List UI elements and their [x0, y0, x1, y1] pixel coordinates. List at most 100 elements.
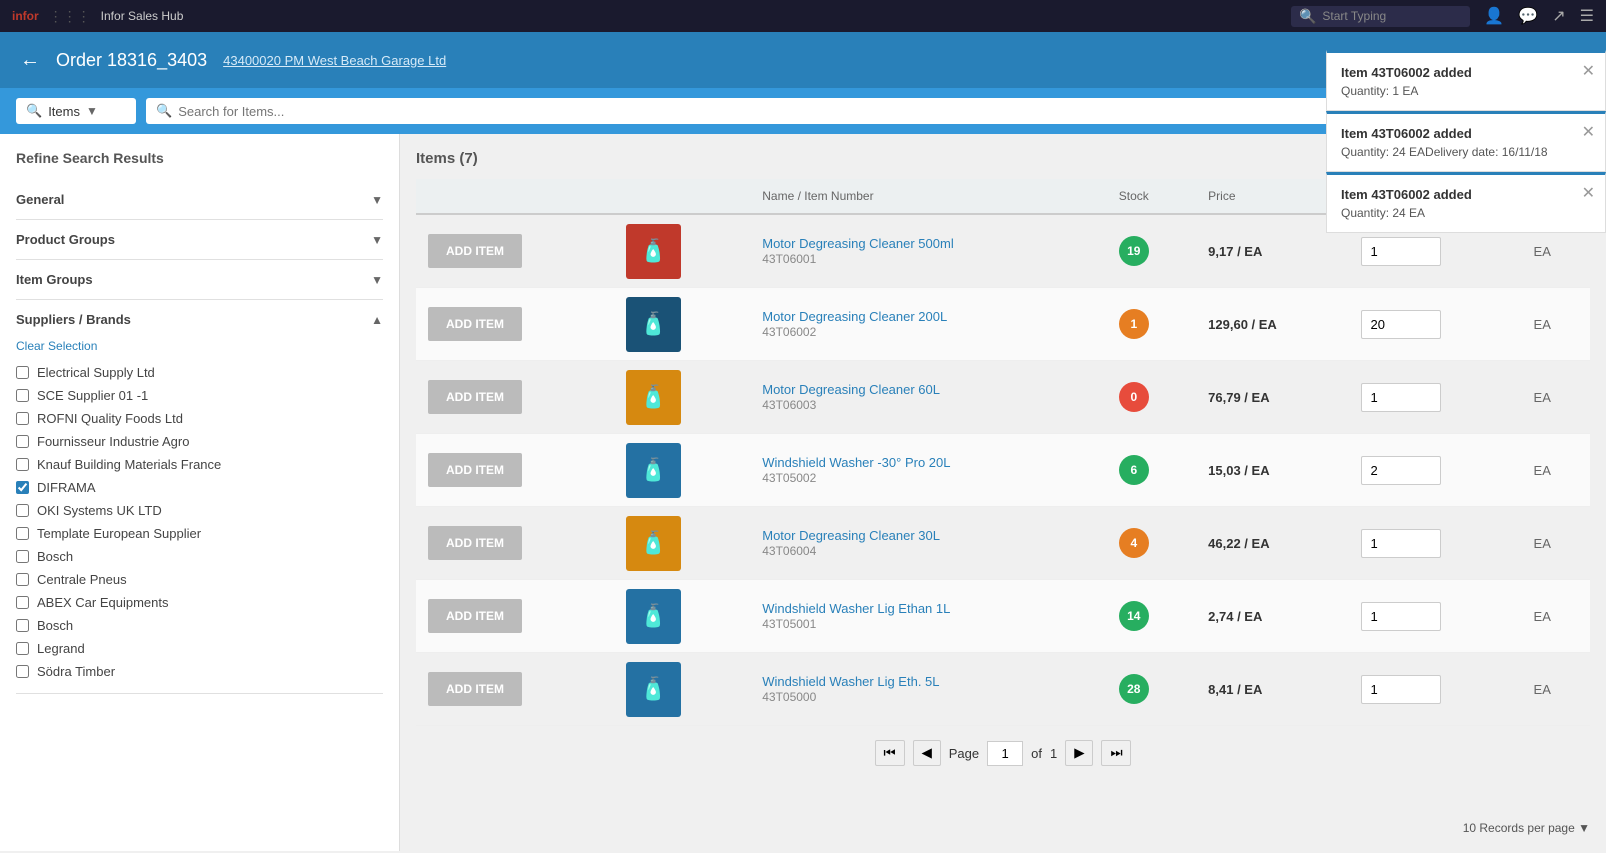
unit-cell: EA — [1522, 580, 1590, 653]
checkbox-legrand[interactable] — [16, 642, 29, 655]
add-item-button[interactable]: ADD ITEM — [428, 380, 522, 414]
toast-close-button[interactable]: ✕ — [1582, 183, 1595, 203]
toast-close-button[interactable]: ✕ — [1582, 122, 1595, 142]
records-per-page[interactable]: 10 Records per page ▼ — [1463, 821, 1590, 835]
chevron-up-icon: ▲ — [371, 313, 383, 327]
unit-cell: EA — [1522, 653, 1590, 726]
last-page-button[interactable]: ⏭ — [1101, 740, 1131, 766]
filter-label-product-groups: Product Groups — [16, 232, 115, 247]
filter-item: Bosch — [16, 614, 383, 637]
add-item-button[interactable]: ADD ITEM — [428, 307, 522, 341]
product-name-link[interactable]: Windshield Washer Lig Ethan 1L — [762, 601, 950, 616]
add-item-button[interactable]: ADD ITEM — [428, 234, 522, 268]
product-image: 🧴 — [623, 659, 683, 719]
qty-cell — [1349, 361, 1521, 434]
table-row: ADD ITEM 🧴 Windshield Washer Lig Ethan 1… — [416, 580, 1590, 653]
add-item-button[interactable]: ADD ITEM — [428, 453, 522, 487]
checkbox-centrale-pneus[interactable] — [16, 573, 29, 586]
chevron-down-icon: ▼ — [371, 273, 383, 287]
global-search[interactable]: 🔍 — [1291, 6, 1470, 27]
stock-cell: 14 — [1107, 580, 1196, 653]
unit-label: EA — [1534, 536, 1551, 551]
qty-cell — [1349, 653, 1521, 726]
top-nav: infor ⋮⋮⋮ Infor Sales Hub 🔍 👤 💬 ↗ ☰ — [0, 0, 1606, 32]
product-info-cell: Windshield Washer Lig Ethan 1L 43T05001 — [750, 580, 1107, 653]
product-name-link[interactable]: Motor Degreasing Cleaner 500ml — [762, 236, 953, 251]
quantity-input[interactable] — [1361, 675, 1441, 704]
add-item-cell: ADD ITEM — [416, 361, 611, 434]
quantity-input[interactable] — [1361, 237, 1441, 266]
checkbox-sodra[interactable] — [16, 665, 29, 678]
user-icon[interactable]: 👤 — [1484, 6, 1504, 26]
quantity-input[interactable] — [1361, 602, 1441, 631]
product-name-link[interactable]: Motor Degreasing Cleaner 200L — [762, 309, 947, 324]
product-info-cell: Motor Degreasing Cleaner 30L 43T06004 — [750, 507, 1107, 580]
product-name-link[interactable]: Windshield Washer Lig Eth. 5L — [762, 674, 939, 689]
checkbox-bosch-1[interactable] — [16, 550, 29, 563]
product-name-link[interactable]: Windshield Washer -30° Pro 20L — [762, 455, 950, 470]
checkbox-fournisseur[interactable] — [16, 435, 29, 448]
filter-item: Centrale Pneus — [16, 568, 383, 591]
page-label: Page — [949, 746, 979, 761]
table-row: ADD ITEM 🧴 Motor Degreasing Cleaner 200L… — [416, 288, 1590, 361]
checkbox-bosch-2[interactable] — [16, 619, 29, 632]
page-number-input[interactable] — [987, 741, 1023, 766]
col-stock: Stock — [1107, 179, 1196, 214]
checkbox-oki[interactable] — [16, 504, 29, 517]
checkbox-rofni[interactable] — [16, 412, 29, 425]
toast-notification: Item 43T06002 added Quantity: 24 EADeliv… — [1326, 111, 1606, 172]
add-item-button[interactable]: ADD ITEM — [428, 526, 522, 560]
filter-item: Knauf Building Materials France — [16, 453, 383, 476]
filter-header-item-groups[interactable]: Item Groups ▼ — [16, 260, 383, 299]
product-image-cell: 🧴 — [611, 434, 750, 507]
global-search-input[interactable] — [1322, 9, 1462, 23]
checkbox-abex[interactable] — [16, 596, 29, 609]
qty-cell — [1349, 288, 1521, 361]
search-type-icon: 🔍 — [26, 103, 42, 119]
toast-title: Item 43T06002 added — [1341, 126, 1591, 141]
toast-close-button[interactable]: ✕ — [1582, 61, 1595, 81]
prev-page-button[interactable]: ◀ — [913, 740, 941, 766]
checkbox-template-european[interactable] — [16, 527, 29, 540]
filter-header-suppliers[interactable]: Suppliers / Brands ▲ — [16, 300, 383, 339]
first-page-button[interactable]: ⏮ — [875, 740, 905, 766]
quantity-input[interactable] — [1361, 456, 1441, 485]
content-area: Items (7) Name / Item Number Stock Price… — [400, 134, 1606, 851]
add-item-cell: ADD ITEM — [416, 214, 611, 288]
product-number: 43T06001 — [762, 252, 816, 266]
add-item-button[interactable]: ADD ITEM — [428, 672, 522, 706]
clear-selection-link[interactable]: Clear Selection — [16, 339, 383, 353]
product-name-link[interactable]: Motor Degreasing Cleaner 30L — [762, 528, 940, 543]
add-item-cell: ADD ITEM — [416, 288, 611, 361]
filter-item-label: Template European Supplier — [37, 526, 201, 541]
menu-icon[interactable]: ☰ — [1580, 6, 1594, 26]
quantity-input[interactable] — [1361, 383, 1441, 412]
checkbox-diframa[interactable] — [16, 481, 29, 494]
product-image-cell: 🧴 — [611, 214, 750, 288]
filter-header-general[interactable]: General ▼ — [16, 180, 383, 219]
pagination: ⏮ ◀ Page of 1 ▶ ⏭ — [416, 726, 1590, 780]
search-type-dropdown[interactable]: 🔍 Items ▼ — [16, 98, 136, 124]
back-button[interactable]: ← — [20, 49, 40, 72]
col-image — [611, 179, 750, 214]
app-name: Infor Sales Hub — [101, 9, 184, 23]
checkbox-knauf[interactable] — [16, 458, 29, 471]
price-cell: 129,60 / EA — [1196, 288, 1349, 361]
quantity-input[interactable] — [1361, 529, 1441, 558]
stock-cell: 6 — [1107, 434, 1196, 507]
checkbox-electrical-supply[interactable] — [16, 366, 29, 379]
product-image: 🧴 — [623, 440, 683, 500]
next-page-button[interactable]: ▶ — [1065, 740, 1093, 766]
stock-badge: 0 — [1119, 382, 1149, 412]
chevron-down-icon: ▼ — [371, 233, 383, 247]
checkbox-sce-supplier[interactable] — [16, 389, 29, 402]
filter-item-label: OKI Systems UK LTD — [37, 503, 162, 518]
add-item-button[interactable]: ADD ITEM — [428, 599, 522, 633]
filter-item: OKI Systems UK LTD — [16, 499, 383, 522]
share-icon[interactable]: ↗ — [1552, 6, 1565, 26]
filter-header-product-groups[interactable]: Product Groups ▼ — [16, 220, 383, 259]
customer-link[interactable]: 43400020 PM West Beach Garage Ltd — [223, 53, 446, 68]
product-name-link[interactable]: Motor Degreasing Cleaner 60L — [762, 382, 940, 397]
quantity-input[interactable] — [1361, 310, 1441, 339]
chat-icon[interactable]: 💬 — [1518, 6, 1538, 26]
